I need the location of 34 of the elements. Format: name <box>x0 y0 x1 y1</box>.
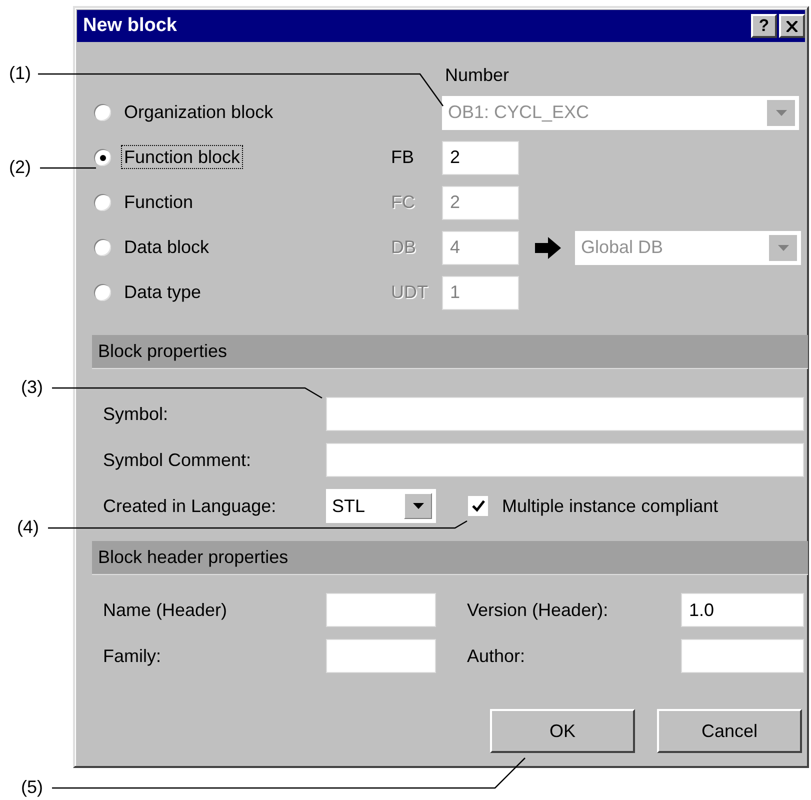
field-label: Name (Header) <box>103 600 228 620</box>
field-label: Author: <box>466 646 526 666</box>
number-label: Number <box>445 65 510 86</box>
section-header: Block properties <box>92 335 808 369</box>
right-arrow-icon <box>535 236 561 258</box>
language-dropdown[interactable]: STL <box>326 489 436 523</box>
checkbox-label[interactable]: Multiple instance compliant <box>502 496 718 516</box>
input-field[interactable] <box>681 639 804 673</box>
field-label: Symbol Comment: <box>103 450 252 470</box>
close-icon <box>786 20 798 32</box>
input-field[interactable] <box>326 639 436 673</box>
dialog-button[interactable]: OK <box>490 709 635 753</box>
leader-line <box>40 167 96 169</box>
field-label: Created in Language: <box>103 496 278 516</box>
block-prefix: UDT <box>391 282 429 303</box>
block-prefix: DB <box>391 237 418 258</box>
field-label: Family: <box>103 646 162 666</box>
block-prefix: FC <box>391 192 416 213</box>
number-field[interactable]: 2 <box>442 140 519 174</box>
help-button[interactable]: ? <box>751 14 777 38</box>
block-prefix: FB <box>391 147 416 168</box>
radio-button[interactable] <box>94 149 111 166</box>
input-field[interactable] <box>326 397 804 431</box>
field-label: Symbol: <box>103 404 170 424</box>
dialog-button[interactable]: Cancel <box>657 709 802 753</box>
section-header: Block header properties <box>92 541 808 575</box>
field-label: Version (Header): <box>466 600 610 620</box>
input-field[interactable] <box>326 593 436 627</box>
input-field[interactable] <box>326 443 804 477</box>
input-field[interactable]: 1.0 <box>681 593 804 627</box>
close-button[interactable] <box>779 14 805 38</box>
checkbox[interactable] <box>468 496 488 516</box>
window-title: New block <box>83 15 177 37</box>
radio-label[interactable]: Function block <box>121 145 244 169</box>
